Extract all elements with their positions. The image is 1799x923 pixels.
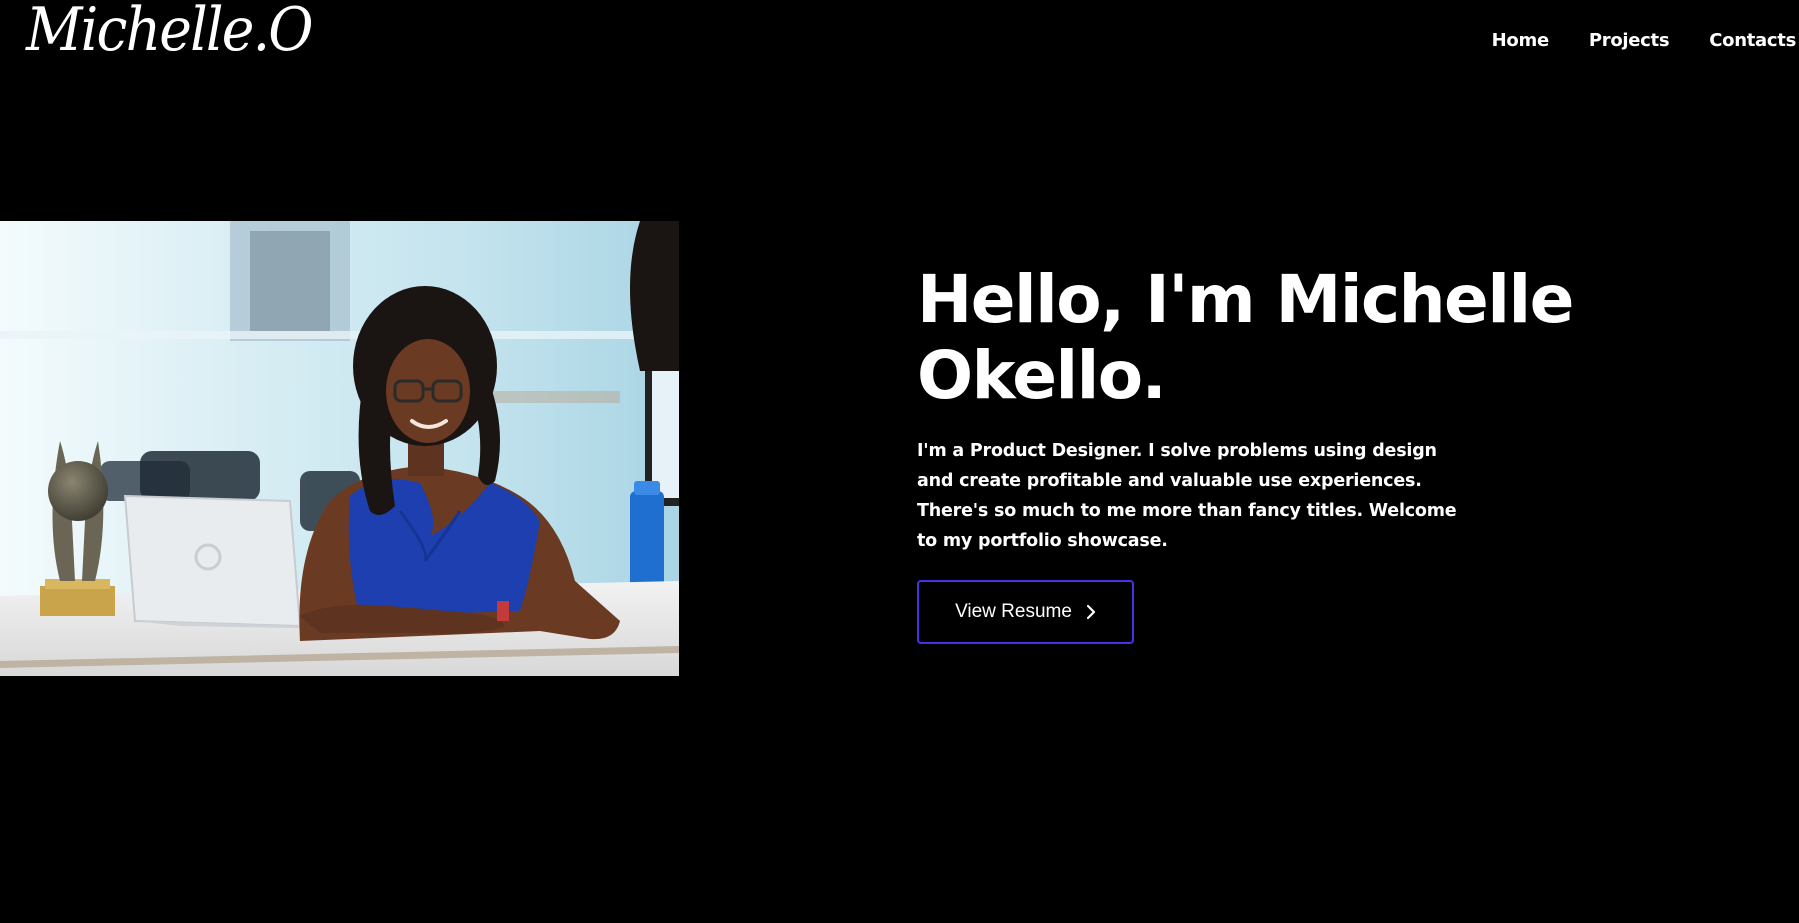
hero-title-line2: Okello. xyxy=(917,337,1167,414)
view-resume-label: View Resume xyxy=(955,601,1072,622)
portrait-photo xyxy=(0,221,679,676)
hero-title: Hello, I'm Michelle Okello. xyxy=(917,262,1617,414)
nav-projects[interactable]: Projects xyxy=(1589,30,1670,51)
nav-home[interactable]: Home xyxy=(1492,30,1550,51)
hero-title-line1: Hello, I'm Michelle xyxy=(917,261,1574,338)
hero-section: Hello, I'm Michelle Okello. I'm a Produc… xyxy=(917,262,1617,556)
chevron-right-icon xyxy=(1086,604,1096,620)
hero-description: I'm a Product Designer. I solve problems… xyxy=(917,441,1457,551)
main-nav: Home Projects Contacts xyxy=(1492,30,1797,51)
nav-contacts[interactable]: Contacts xyxy=(1709,30,1796,51)
logo[interactable]: Michelle.O xyxy=(26,0,314,60)
view-resume-button[interactable]: View Resume xyxy=(917,580,1134,644)
page: Michelle.O Home Projects Contacts Hello,… xyxy=(0,0,1799,923)
